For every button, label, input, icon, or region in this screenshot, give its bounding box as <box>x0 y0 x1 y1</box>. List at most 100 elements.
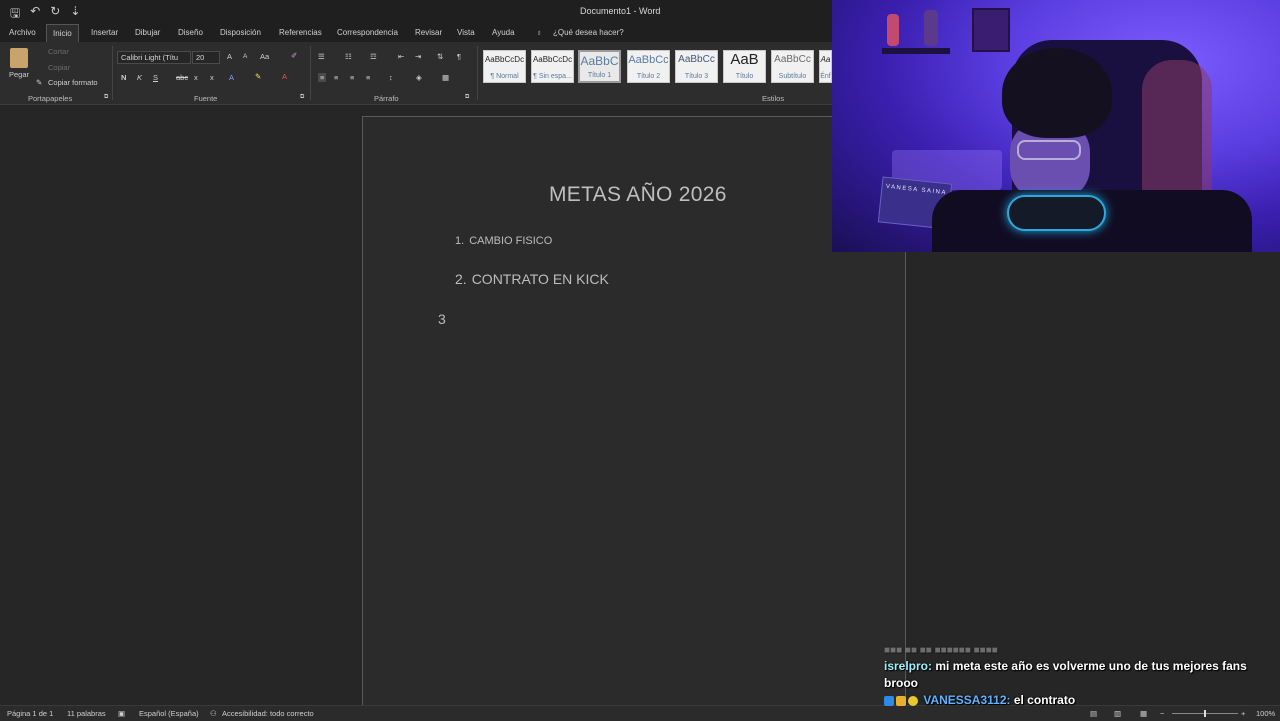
style-emphasis[interactable]: Aa Énf <box>819 50 832 83</box>
font-size-dropdown[interactable]: 20 <box>192 51 220 64</box>
font-launcher-icon[interactable]: ⧉ <box>300 94 304 101</box>
zoom-out-icon[interactable]: − <box>1160 709 1164 718</box>
style-name: ¶ Normal <box>490 73 519 80</box>
tab-insertar[interactable]: Insertar <box>91 28 118 37</box>
underline-button[interactable]: S <box>153 73 158 82</box>
align-right-icon[interactable]: ≡ <box>350 73 354 82</box>
list-number: 1. <box>455 235 465 247</box>
style-name: Título 1 <box>587 72 612 79</box>
sort-icon[interactable]: ⇅ <box>437 52 443 61</box>
word-count[interactable]: 11 palabras <box>67 709 106 718</box>
focus-mode-icon[interactable]: ▤ <box>1090 709 1097 718</box>
style-heading-1[interactable]: AaBbC Título 1 <box>578 50 621 83</box>
accessibility-status[interactable]: Accesibilidad: todo correcto <box>222 709 314 718</box>
change-case-button[interactable]: Aa <box>260 52 269 61</box>
style-sample: Aa <box>820 55 831 64</box>
web-layout-icon[interactable]: ▦ <box>1140 709 1147 718</box>
document-heading[interactable]: METAS AÑO 2026 <box>549 183 727 207</box>
tab-revisar[interactable]: Revisar <box>415 28 442 37</box>
style-heading-3[interactable]: AaBbCc Título 3 <box>675 50 718 83</box>
document-page[interactable]: METAS AÑO 2026 1. CAMBIO FISICO 2. CONTRAT… <box>362 116 906 716</box>
ribbon-separator <box>477 46 478 100</box>
line-spacing-icon[interactable]: ↕ <box>389 73 393 82</box>
text-effects-icon[interactable]: A <box>229 73 234 82</box>
grow-font-button[interactable]: A <box>227 52 232 61</box>
paste-icon[interactable] <box>10 48 28 68</box>
list-item[interactable]: 1. CAMBIO FISICO <box>455 235 552 247</box>
shading-icon[interactable]: ◈ <box>416 73 422 82</box>
font-name-dropdown[interactable]: Calibri Light (Títu <box>117 51 191 64</box>
copy-button[interactable]: Copiar <box>48 63 70 72</box>
microphone <box>1007 195 1106 231</box>
highlight-icon[interactable]: ✎ <box>255 72 261 81</box>
chat-faded-message: ■■■ ■■ ■■ ■■■■■■ ■■■■ <box>884 646 998 656</box>
format-painter-button[interactable]: Copiar formato <box>48 78 98 87</box>
undo-icon[interactable]: ↶ <box>30 4 40 25</box>
numbering-icon[interactable]: ☷ <box>345 52 352 61</box>
style-no-spacing[interactable]: AaBbCcDc ¶ Sin espa... <box>531 50 574 83</box>
style-heading-2[interactable]: AaBbCc Título 2 <box>627 50 670 83</box>
print-layout-icon[interactable]: ▥ <box>1114 709 1121 718</box>
page-count[interactable]: Página 1 de 1 <box>7 709 53 718</box>
chat-text: el contrato <box>1013 693 1076 707</box>
decrease-indent-icon[interactable]: ⇤ <box>398 52 404 61</box>
paste-button[interactable]: Pegar <box>9 70 29 79</box>
italic-button[interactable]: K <box>137 73 142 82</box>
style-title[interactable]: AaB Título <box>723 50 766 83</box>
increase-indent-icon[interactable]: ⇥ <box>415 52 421 61</box>
style-normal[interactable]: AaBbCcDc ¶ Normal <box>483 50 526 83</box>
tab-diseno[interactable]: Diseño <box>178 28 203 37</box>
wall-poster <box>972 8 1010 52</box>
style-name: Título <box>735 73 754 80</box>
streamer-hair <box>1002 48 1112 138</box>
language-indicator[interactable]: Español (España) <box>139 709 199 718</box>
cut-button[interactable]: Cortar <box>48 47 69 56</box>
show-marks-button[interactable]: ¶ <box>457 52 461 61</box>
style-sample: AaBbCc <box>774 54 811 65</box>
tab-ayuda[interactable]: Ayuda <box>492 28 515 37</box>
superscript-button[interactable]: x <box>210 73 214 82</box>
style-subtitle[interactable]: AaBbCc Subtítulo <box>771 50 814 83</box>
clipboard-launcher-icon[interactable]: ⧉ <box>104 94 108 101</box>
multilevel-list-icon[interactable]: ☲ <box>370 52 377 61</box>
justify-icon[interactable]: ≡ <box>366 73 370 82</box>
list-text: CONTRATO EN KICK <box>471 271 609 287</box>
chat-message: VANESSA3112: el contrato <box>884 692 1276 709</box>
align-left-icon[interactable]: ≡ <box>318 73 327 82</box>
proofing-icon[interactable]: ▣ <box>118 709 125 718</box>
shrink-font-button[interactable]: A <box>243 53 247 60</box>
paragraph-launcher-icon[interactable]: ⧉ <box>465 94 469 101</box>
save-icon[interactable]: 🖫 <box>10 4 20 25</box>
style-sample: AaB <box>730 51 759 68</box>
tab-referencias[interactable]: Referencias <box>279 28 322 37</box>
redo-icon[interactable]: ↻ <box>50 4 60 25</box>
style-name: Subtítulo <box>778 73 807 80</box>
subscript-button[interactable]: x <box>194 73 198 82</box>
clear-format-icon[interactable]: ✐ <box>291 51 297 60</box>
tab-disposicion[interactable]: Disposición <box>220 28 261 37</box>
zoom-in-icon[interactable]: + <box>1241 709 1245 718</box>
group-label-paragraph: Párrafo <box>374 94 399 103</box>
tab-dibujar[interactable]: Dibujar <box>135 28 160 37</box>
tab-inicio[interactable]: Inicio <box>46 24 79 42</box>
zoom-level[interactable]: 100% <box>1256 709 1275 718</box>
bold-button[interactable]: N <box>121 73 126 82</box>
window-title: Documento1 - Word <box>580 6 661 16</box>
webcam-overlay: VANESA SAINA <box>832 0 1280 252</box>
tell-me-search[interactable]: ¿Qué desea hacer? <box>553 28 624 37</box>
strikethrough-button[interactable]: abc <box>176 73 188 82</box>
borders-icon[interactable]: ▦ <box>442 73 449 82</box>
customize-qat-icon[interactable]: ⇣ <box>70 4 80 25</box>
bullets-icon[interactable]: ☰ <box>318 52 325 61</box>
format-painter-icon[interactable]: ✎ <box>36 78 42 87</box>
tab-correspondencia[interactable]: Correspondencia <box>337 28 398 37</box>
align-center-icon[interactable]: ≡ <box>334 73 338 82</box>
tab-vista[interactable]: Vista <box>457 28 475 37</box>
zoom-slider-thumb[interactable] <box>1204 710 1206 717</box>
list-item[interactable]: 3 <box>438 311 446 327</box>
list-item[interactable]: 2. CONTRATO EN KICK <box>455 271 609 287</box>
chat-username: isrelpro: <box>884 659 933 673</box>
figurine <box>887 14 899 46</box>
tab-archivo[interactable]: Archivo <box>9 28 36 37</box>
font-color-icon[interactable]: A <box>282 72 287 81</box>
